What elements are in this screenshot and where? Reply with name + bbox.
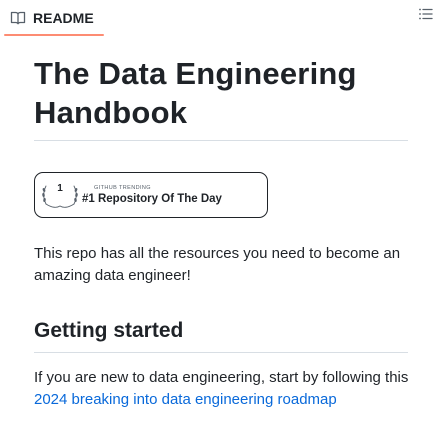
badge-caption: GITHUB TRENDING	[94, 185, 151, 191]
roadmap-link[interactable]: 2024 breaking into data engineering road…	[34, 391, 337, 408]
readme-title: The Data Engineering Handbook	[34, 56, 357, 130]
section-divider	[34, 352, 408, 353]
intro-paragraph: This repo has all the resources you need…	[34, 245, 401, 284]
getting-started-paragraph: If you are new to data engineering, star…	[34, 367, 414, 411]
readme-tab[interactable]: README	[4, 0, 102, 36]
readme-content: The Data Engineering Handbook 1 GITHUB T…	[34, 46, 434, 426]
readme-tab-label: README	[33, 10, 94, 26]
badge-text: #1 Repository Of The Day	[82, 193, 222, 205]
badge-rank: 1	[57, 182, 63, 194]
active-tab-indicator	[4, 34, 104, 36]
title-divider	[34, 140, 408, 141]
section-heading-getting-started: Getting started	[34, 319, 184, 342]
outline-menu-button[interactable]	[418, 8, 434, 24]
badge-texts: GITHUB TRENDING #1 Repository Of The Day	[82, 185, 222, 205]
book-icon	[10, 10, 26, 26]
paragraph-text: If you are new to data engineering, star…	[34, 369, 409, 386]
list-unordered-icon	[418, 6, 434, 27]
readme-tabbar: README	[0, 0, 442, 36]
trending-badge[interactable]: 1 GITHUB TRENDING #1 Repository Of The D…	[34, 172, 268, 218]
